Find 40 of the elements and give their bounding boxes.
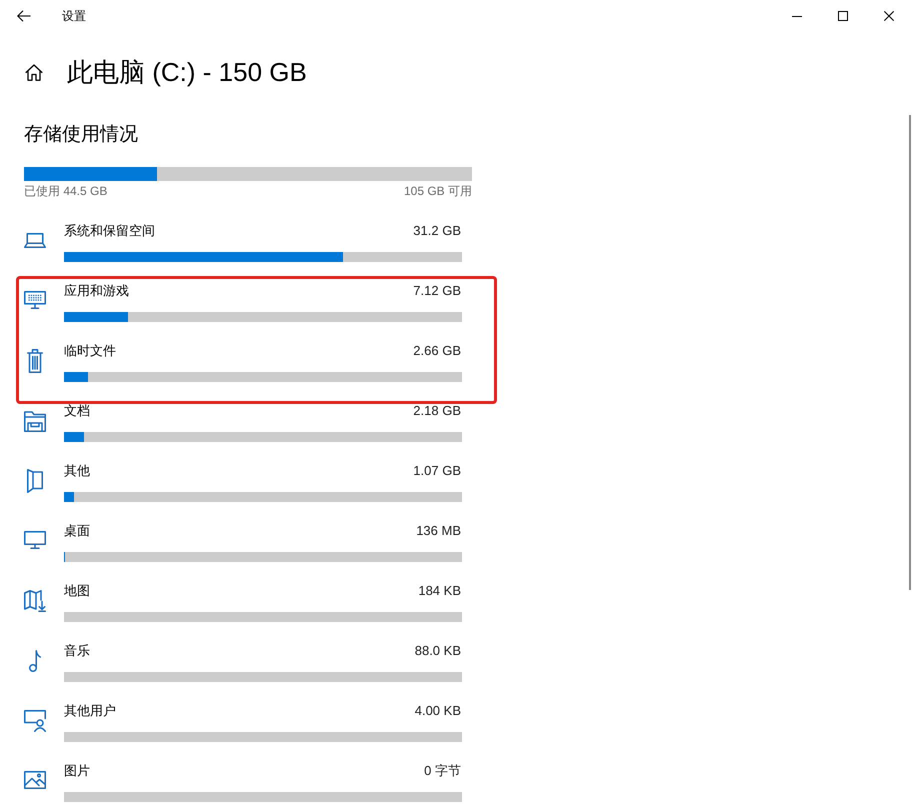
folder-icon <box>24 410 46 432</box>
music-note-icon <box>29 650 41 672</box>
section-heading: 存储使用情况 <box>24 123 139 147</box>
screen-user-icon <box>24 710 46 732</box>
free-space-text: 105 GB 可用 <box>404 183 472 199</box>
page-title: 此电脑 (C:) - 150 GB <box>67 56 307 89</box>
category-size: 4.00 KB <box>414 702 461 720</box>
home-icon[interactable] <box>25 64 43 80</box>
category-size: 184 KB <box>418 582 461 600</box>
category-label[interactable]: 应用和游戏 <box>64 281 129 301</box>
close-icon[interactable] <box>884 11 894 21</box>
category-size: 2.18 GB <box>413 402 461 420</box>
category-label[interactable]: 文档 <box>64 401 90 421</box>
window-title: 设置 <box>62 8 86 24</box>
category-label[interactable]: 其他 <box>64 461 90 481</box>
back-arrow-icon[interactable] <box>17 10 31 22</box>
category-size: 0 字节 <box>424 762 461 780</box>
keyboard-monitor-icon <box>24 291 46 309</box>
category-label[interactable]: 音乐 <box>64 641 90 661</box>
monitor-icon <box>24 531 46 549</box>
category-label[interactable]: 地图 <box>64 581 90 601</box>
category-label[interactable]: 其他用户 <box>64 701 116 721</box>
category-size: 136 MB <box>416 522 461 540</box>
category-size: 31.2 GB <box>413 222 461 240</box>
map-icon <box>24 590 46 612</box>
trash-icon <box>27 349 43 373</box>
scrollbar-thumb[interactable] <box>909 115 911 590</box>
used-space-text: 已使用 44.5 GB <box>24 183 108 199</box>
image-icon <box>24 771 46 789</box>
maximize-icon[interactable] <box>838 11 848 21</box>
category-label[interactable]: 图片 <box>64 761 90 781</box>
category-size: 2.66 GB <box>413 342 461 360</box>
category-label[interactable]: 系统和保留空间 <box>64 221 155 241</box>
laptop-icon <box>24 233 46 248</box>
category-size: 88.0 KB <box>414 642 461 660</box>
category-label[interactable]: 临时文件 <box>64 341 116 361</box>
category-label[interactable]: 桌面 <box>64 521 90 541</box>
category-size: 1.07 GB <box>413 462 461 480</box>
category-size: 7.12 GB <box>413 282 461 300</box>
folded-page-icon <box>27 469 43 493</box>
